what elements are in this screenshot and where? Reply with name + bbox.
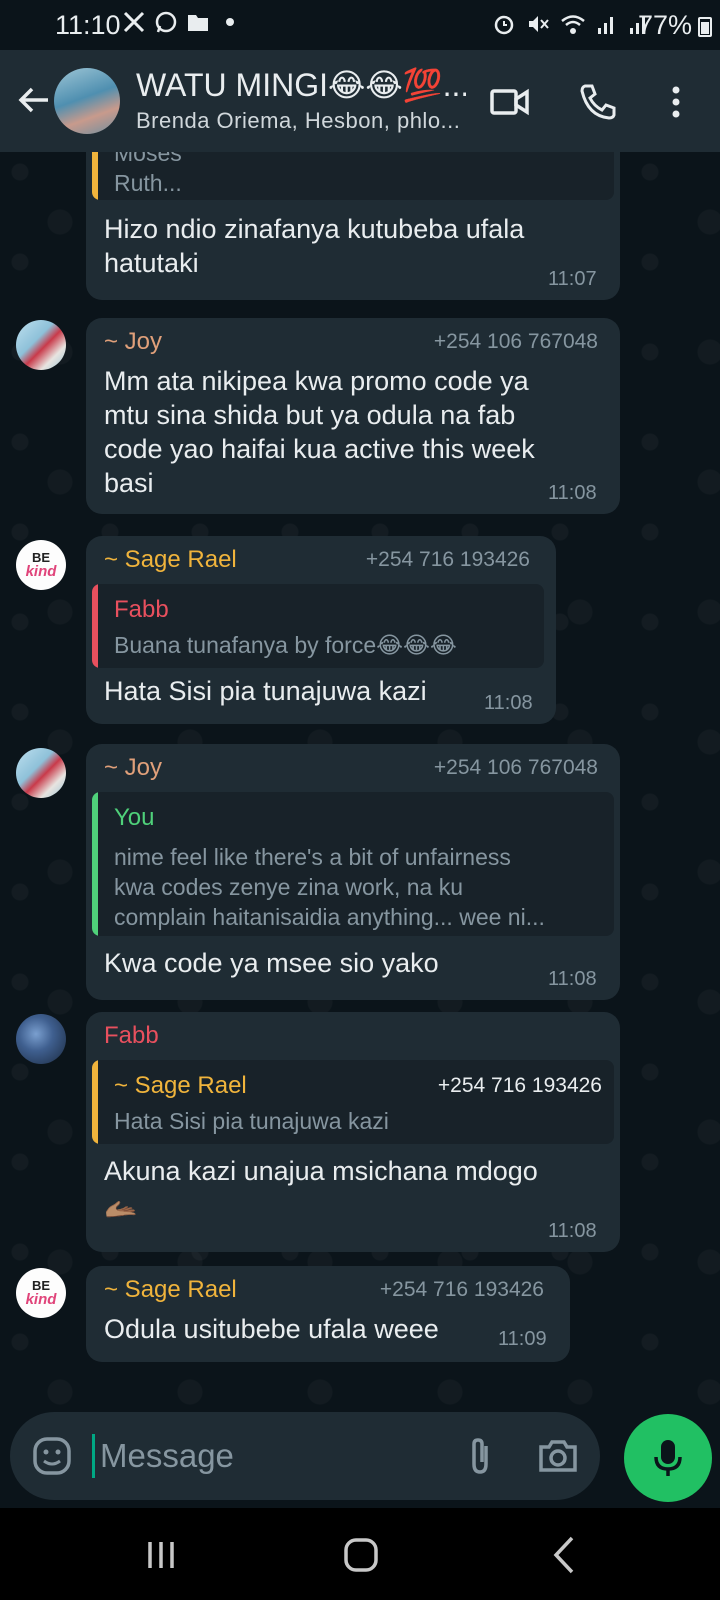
group-members[interactable]: Brenda Oriema, Hesbon, phlo...	[136, 108, 466, 134]
sender-name[interactable]: ~ Sage Rael	[104, 1276, 237, 1304]
quote-line: Moses	[114, 152, 182, 166]
chat-header: WATU MINGI😂😂💯... Brenda Oriema, Hesbon, …	[0, 50, 720, 152]
quote-line: complain haitanisaidia anything... wee n…	[114, 904, 545, 930]
signal-icon	[598, 17, 613, 34]
status-left-icons	[122, 10, 242, 34]
sender-name[interactable]: Fabb	[104, 1022, 159, 1050]
message-time: 11:08	[484, 692, 533, 714]
quoted-message[interactable]: Fabb Buana tunafanya by force😂😂😂	[92, 584, 544, 668]
group-title[interactable]: WATU MINGI😂😂💯...	[136, 66, 466, 104]
attach-icon[interactable]	[458, 1434, 502, 1478]
message-bubble[interactable]: ~ Sage Rael +254 716 193426 Odula usitub…	[86, 1266, 570, 1362]
avatar[interactable]	[16, 320, 66, 370]
message-time: 11:08	[548, 482, 597, 504]
group-avatar[interactable]	[54, 68, 120, 134]
battery-percent: 77%	[637, 10, 692, 40]
message-emoji: 🫴🏽	[104, 1194, 138, 1224]
wifi-icon	[561, 15, 585, 34]
quote-author: ~ Sage Rael	[114, 1072, 247, 1099]
chat-area[interactable]: Moses Ruth... Hizo ndio zinafanya kutube…	[0, 152, 720, 1408]
mic-button[interactable]	[624, 1414, 712, 1502]
message-time: 11:07	[548, 268, 597, 290]
sender-name[interactable]: ~ Joy	[104, 754, 162, 782]
quote-author: Fabb	[114, 596, 169, 623]
x-icon	[123, 11, 145, 33]
message-bubble[interactable]: ~ Joy +254 106 767048 Mm ata nikipea kwa…	[86, 318, 620, 514]
quoted-message[interactable]: ~ Sage Rael +254 716 193426 Hata Sisi pi…	[92, 1060, 614, 1144]
mic-icon	[654, 1440, 682, 1476]
quote-author: You	[114, 804, 155, 831]
back-arrow-icon[interactable]	[14, 80, 54, 120]
avatar[interactable]: BE kind	[16, 1268, 66, 1318]
back-nav-icon[interactable]	[540, 1530, 590, 1580]
sender-phone: +254 716 193426	[379, 1278, 544, 1301]
quote-bar	[92, 584, 98, 668]
sender-phone: +254 106 767048	[433, 756, 598, 779]
status-bar: 11:10 77%	[0, 0, 720, 50]
camera-icon[interactable]	[536, 1434, 580, 1478]
sender-phone: +254 106 767048	[433, 330, 598, 353]
quote-line: Ruth...	[114, 170, 182, 196]
message-text: hatutaki	[104, 248, 199, 278]
message-text: mtu sina shida but ya odula na fab	[104, 400, 516, 430]
message-text: basi	[104, 468, 154, 498]
message-bubble[interactable]: Moses Ruth... Hizo ndio zinafanya kutube…	[86, 152, 620, 300]
avatar[interactable]	[16, 1014, 66, 1064]
dot-icon	[226, 18, 234, 26]
text-cursor	[92, 1434, 95, 1478]
home-icon[interactable]	[336, 1530, 386, 1580]
status-right-icons	[492, 12, 650, 36]
quote-line: nime feel like there's a bit of unfairne…	[114, 844, 511, 870]
quote-bar	[92, 1060, 98, 1144]
message-input[interactable]	[100, 1430, 400, 1482]
quote-bar	[92, 792, 98, 936]
recent-apps-icon[interactable]	[136, 1530, 186, 1580]
status-time: 11:10	[55, 10, 121, 40]
message-text: Akuna kazi unajua msichana mdogo	[104, 1156, 538, 1186]
avatar-text: kind	[25, 563, 57, 580]
message-composer	[10, 1412, 600, 1500]
battery-icon	[698, 17, 712, 37]
quoted-message[interactable]: You nime feel like there's a bit of unfa…	[92, 792, 614, 936]
quote-text: Buana tunafanya by force😂😂😂	[114, 632, 457, 658]
quote-bar	[92, 152, 98, 200]
quote-line: kwa codes zenye zina work, na ku	[114, 874, 464, 900]
more-options-icon[interactable]	[654, 80, 698, 124]
whatsapp-icon	[155, 11, 177, 33]
voice-call-icon[interactable]	[576, 80, 620, 124]
message-text: Hata Sisi pia tunajuwa kazi	[104, 676, 427, 706]
avatar[interactable]	[16, 748, 66, 798]
message-text: Hizo ndio zinafanya kutubeba ufala	[104, 214, 525, 244]
message-text: code yao haifai kua active this week	[104, 434, 535, 464]
video-call-icon[interactable]	[488, 80, 532, 124]
alarm-icon	[494, 15, 514, 35]
quote-phone: +254 716 193426	[437, 1074, 602, 1097]
sender-name[interactable]: ~ Sage Rael	[104, 546, 237, 574]
message-bubble[interactable]: Fabb ~ Sage Rael +254 716 193426 Hata Si…	[86, 1012, 620, 1252]
emoji-icon[interactable]	[30, 1434, 74, 1478]
message-time: 11:08	[548, 968, 597, 990]
message-time: 11:09	[498, 1328, 547, 1350]
quote-text: Hata Sisi pia tunajuwa kazi	[114, 1108, 389, 1134]
sender-phone: +254 716 193426	[365, 548, 530, 571]
message-text: Mm ata nikipea kwa promo code ya	[104, 366, 529, 396]
mute-icon	[529, 16, 549, 32]
folder-icon	[188, 15, 208, 31]
quoted-message[interactable]: Moses Ruth...	[92, 152, 614, 200]
message-time: 11:08	[548, 1220, 597, 1242]
avatar[interactable]: BE kind	[16, 540, 66, 590]
sender-name[interactable]: ~ Joy	[104, 328, 162, 356]
message-bubble[interactable]: ~ Joy +254 106 767048 You nime feel like…	[86, 744, 620, 1000]
message-text: Kwa code ya msee sio yako	[104, 948, 439, 978]
system-nav-bar	[0, 1508, 720, 1600]
message-bubble[interactable]: ~ Sage Rael +254 716 193426 Fabb Buana t…	[86, 536, 556, 724]
avatar-text: kind	[25, 1291, 57, 1308]
message-text: Odula usitubebe ufala weee	[104, 1314, 439, 1344]
